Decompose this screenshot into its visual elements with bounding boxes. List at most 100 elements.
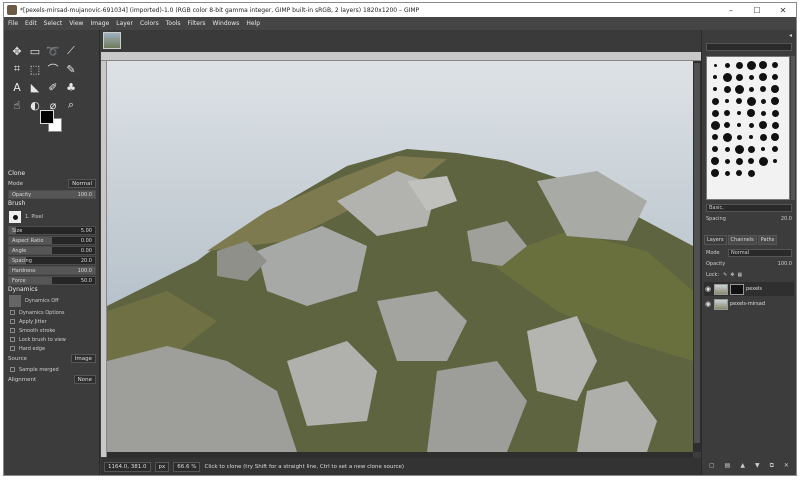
menu-tools[interactable]: Tools: [166, 20, 181, 27]
wand-tool-icon[interactable]: ⟋: [63, 43, 79, 59]
brush-preset-icon[interactable]: [758, 108, 769, 119]
menu-edit[interactable]: Edit: [25, 20, 37, 27]
brush-preset-icon[interactable]: [758, 96, 769, 107]
unit-select[interactable]: px: [154, 462, 170, 472]
warp-tool-icon[interactable]: ⌒: [45, 61, 61, 77]
lock-pixels-icon[interactable]: ✎: [723, 272, 727, 278]
source-select[interactable]: Image: [70, 354, 96, 363]
brushes-scrollbar[interactable]: [791, 56, 795, 200]
brush-preset-icon[interactable]: [722, 72, 733, 83]
check-box[interactable]: [10, 310, 15, 315]
brush-preset-icon[interactable]: [746, 132, 757, 143]
image-canvas[interactable]: [107, 61, 693, 452]
menu-select[interactable]: Select: [44, 20, 63, 27]
eye-icon[interactable]: ◉: [704, 300, 712, 308]
new-group-icon[interactable]: ▤: [725, 462, 731, 472]
brush-preset-icon[interactable]: [734, 144, 745, 155]
brush-preset-icon[interactable]: [770, 96, 781, 107]
brushes-grid[interactable]: [706, 56, 790, 200]
sample-merged-check[interactable]: Sample merged: [4, 365, 100, 374]
option-check[interactable]: Dynamics Options: [4, 308, 100, 317]
check-box[interactable]: [10, 328, 15, 333]
delete-layer-icon[interactable]: ✕: [784, 462, 789, 472]
option-slider[interactable]: Hardness 100.0: [8, 266, 96, 275]
option-check[interactable]: Hard edge: [4, 344, 100, 353]
maximize-button[interactable]: ☐: [744, 6, 770, 15]
paths-tool-icon[interactable]: ✎: [63, 61, 79, 77]
brush-preset-icon[interactable]: [710, 108, 721, 119]
check-box[interactable]: [10, 337, 15, 342]
brush-preset-icon[interactable]: [746, 96, 757, 107]
brush-preset-icon[interactable]: [770, 132, 781, 143]
check-box[interactable]: [10, 346, 15, 351]
top-ruler[interactable]: [101, 52, 701, 61]
tab-paths[interactable]: Paths: [757, 235, 778, 245]
brush-preset-icon[interactable]: [722, 96, 733, 107]
color-swatches[interactable]: [38, 108, 64, 134]
brush-preset-icon[interactable]: [722, 84, 733, 95]
lower-layer-icon[interactable]: ▼: [755, 462, 760, 472]
brush-preset-icon[interactable]: [770, 60, 781, 71]
brush-preset-icon[interactable]: [710, 72, 721, 83]
brush-preset-icon[interactable]: [734, 96, 745, 107]
brush-preset-icon[interactable]: [734, 168, 745, 179]
layer-mode-select[interactable]: Normal: [728, 248, 792, 257]
option-slider[interactable]: Spacing 20.0: [8, 256, 96, 265]
brush-preset-icon[interactable]: [758, 60, 769, 71]
zoom-tool-icon[interactable]: ⌕: [63, 97, 79, 113]
option-slider[interactable]: Force 50.0: [8, 276, 96, 285]
brush-preset-icon[interactable]: [722, 120, 733, 131]
brush-preset-icon[interactable]: [722, 132, 733, 143]
fill-tool-icon[interactable]: ◣: [27, 79, 43, 95]
duplicate-layer-icon[interactable]: ⧉: [770, 462, 774, 472]
brush-preset-icon[interactable]: [746, 84, 757, 95]
brush-preset[interactable]: Basic,: [706, 203, 792, 212]
lock-alpha-icon[interactable]: ▦: [738, 272, 743, 278]
brush-preset-icon[interactable]: [746, 168, 757, 179]
brush-preset-icon[interactable]: [710, 84, 721, 95]
tab-channels[interactable]: Channels: [727, 235, 757, 245]
option-slider[interactable]: Size 5.00: [8, 226, 96, 235]
transform-tool-icon[interactable]: ⬚: [27, 61, 43, 77]
menu-filters[interactable]: Filters: [188, 20, 206, 27]
paint-tool-icon[interactable]: ✐: [45, 79, 61, 95]
brush-preset-icon[interactable]: [734, 60, 745, 71]
brush-preset-icon[interactable]: [770, 144, 781, 155]
tab-layers[interactable]: Layers: [704, 235, 727, 245]
menu-windows[interactable]: Windows: [213, 20, 240, 27]
brush-preset-icon[interactable]: [746, 156, 757, 167]
text-tool-icon[interactable]: A: [9, 79, 25, 95]
brush-preset-icon[interactable]: [710, 120, 721, 131]
brush-preset-icon[interactable]: [758, 132, 769, 143]
brush-preset-icon[interactable]: [722, 168, 733, 179]
smudge-tool-icon[interactable]: ☝: [9, 97, 25, 113]
layer-row[interactable]: ◉ pexels-mirsad: [704, 297, 794, 311]
brush-preset-icon[interactable]: [734, 108, 745, 119]
brush-preset-icon[interactable]: [734, 132, 745, 143]
lasso-tool-icon[interactable]: ➰: [45, 43, 61, 59]
minimize-button[interactable]: –: [718, 6, 744, 15]
vertical-scrollbar[interactable]: [693, 61, 701, 452]
brush-preset-icon[interactable]: [710, 96, 721, 107]
brush-preset-icon[interactable]: [734, 84, 745, 95]
rect-select-tool-icon[interactable]: ▭: [27, 43, 43, 59]
close-button[interactable]: ✕: [770, 6, 796, 15]
brush-preset-icon[interactable]: [710, 132, 721, 143]
layer-row[interactable]: ◉ pexels: [704, 282, 794, 296]
brush-preset-icon[interactable]: [746, 144, 757, 155]
layer-opacity-value[interactable]: 100.0: [778, 261, 792, 267]
brush-preset-icon[interactable]: [710, 144, 721, 155]
brush-preset-icon[interactable]: [770, 108, 781, 119]
menu-layer[interactable]: Layer: [116, 20, 133, 27]
foreground-color[interactable]: [40, 110, 54, 124]
brush-preset-icon[interactable]: [770, 84, 781, 95]
dynamics-selector[interactable]: Dynamics Off: [4, 294, 100, 308]
check-box[interactable]: [10, 319, 15, 324]
brush-preset-icon[interactable]: [722, 144, 733, 155]
brush-preset-icon[interactable]: [722, 156, 733, 167]
brush-preset-icon[interactable]: [758, 120, 769, 131]
alignment-select[interactable]: None: [73, 375, 96, 384]
menu-image[interactable]: Image: [90, 20, 109, 27]
crop-tool-icon[interactable]: ⌗: [9, 61, 25, 77]
brush-preset-icon[interactable]: [746, 72, 757, 83]
